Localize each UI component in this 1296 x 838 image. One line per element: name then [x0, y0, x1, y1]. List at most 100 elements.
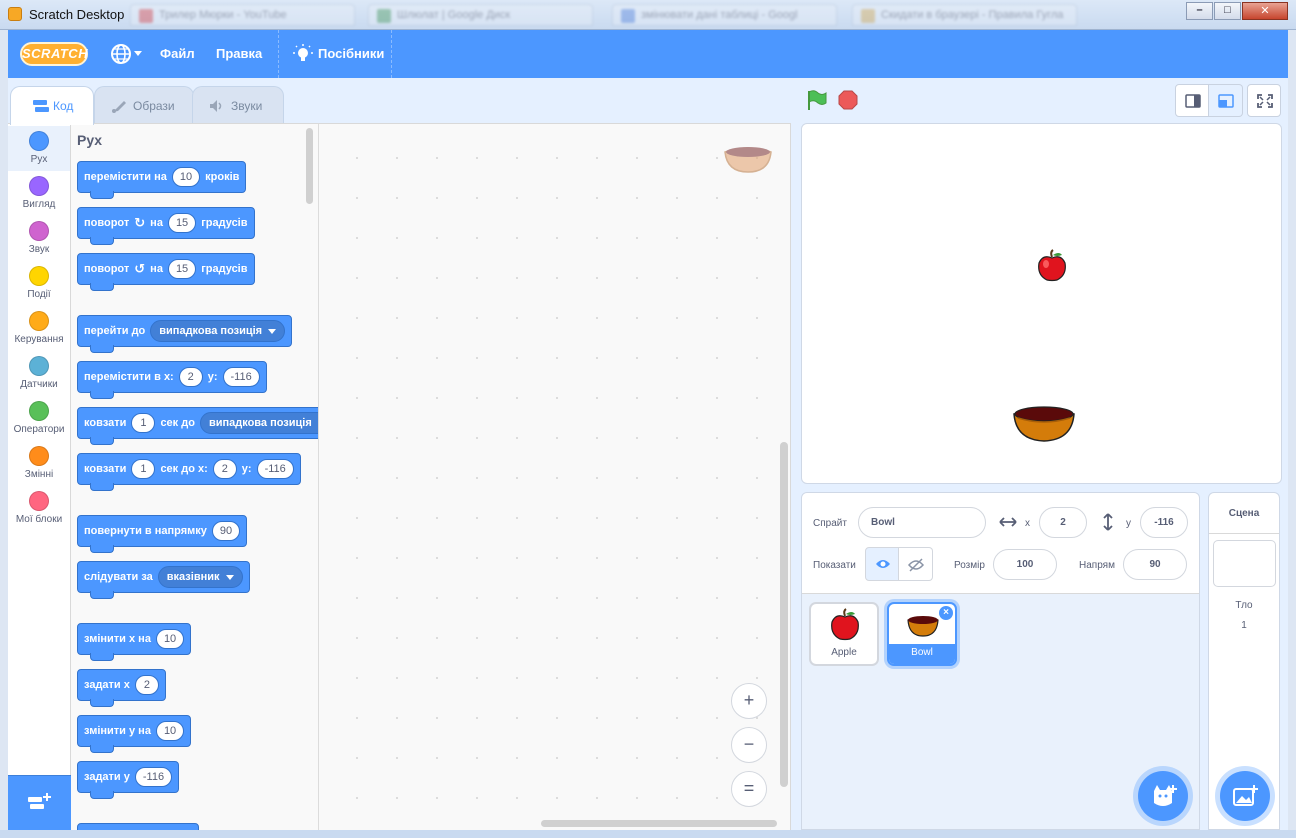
value-input[interactable]: 10	[155, 721, 185, 741]
show-sprite-button[interactable]	[865, 547, 899, 581]
delete-sprite-button[interactable]: ×	[938, 605, 954, 621]
stage-size-controls	[1175, 84, 1281, 117]
target-dropdown[interactable]: випадкова позиція	[150, 320, 286, 342]
block-set-x[interactable]: задати x 2	[77, 669, 166, 707]
close-button[interactable]: ✕	[1242, 2, 1288, 20]
category-color-dot	[29, 401, 49, 421]
eye-icon	[876, 560, 890, 568]
block-point-in-direction[interactable]: повернути в напрямку 90	[77, 515, 248, 553]
small-stage-button[interactable]	[1175, 84, 1209, 117]
block-text: поворот	[84, 217, 130, 229]
minimize-button[interactable]: –	[1186, 2, 1213, 20]
language-chevron-down-icon[interactable]	[134, 51, 142, 56]
target-dropdown[interactable]: випадкова позиція	[199, 412, 318, 434]
bowl-thumbnail	[907, 616, 939, 637]
stage-canvas[interactable]	[801, 123, 1282, 484]
value-input[interactable]: 2	[134, 675, 159, 695]
menu-tutorials[interactable]: Посібники	[318, 30, 384, 78]
category-looks[interactable]: Вигляд	[8, 171, 70, 216]
window-title: Scratch Desktop	[29, 7, 125, 22]
category-events[interactable]: Події	[8, 261, 70, 306]
seconds-input[interactable]: 1	[131, 459, 156, 479]
block-glide-to-xy[interactable]: ковзати 1 сек до x: 2 y: -116	[77, 453, 301, 491]
category-color-dot	[29, 266, 49, 286]
y-input[interactable]: -116	[256, 459, 294, 479]
scratch-logo[interactable]: SCRATCH	[20, 42, 88, 66]
degrees-input[interactable]: 15	[167, 259, 197, 279]
y-position-input[interactable]: -116	[1140, 507, 1188, 538]
seconds-input[interactable]: 1	[131, 413, 156, 433]
background-tab: Cкидати в браузері - Правила Гугла	[852, 4, 1077, 26]
block-change-y[interactable]: змінити y на 10	[77, 715, 192, 753]
steps-input[interactable]: 10	[171, 167, 201, 187]
script-workspace[interactable]: + − =	[319, 123, 791, 830]
zoom-in-button[interactable]: +	[731, 683, 767, 719]
block-go-to[interactable]: перейти до випадкова позиція	[77, 315, 293, 353]
block-change-x[interactable]: змінити x на 10	[77, 623, 192, 661]
green-flag-icon[interactable]	[806, 90, 828, 110]
size-input[interactable]: 100	[993, 549, 1057, 580]
block-text: перемістити в x:	[84, 371, 174, 383]
language-globe-icon[interactable]	[110, 43, 132, 65]
x-position-input[interactable]: 2	[1039, 507, 1087, 538]
category-color-dot	[29, 176, 49, 196]
lightbulb-icon[interactable]	[293, 44, 313, 64]
block-partial[interactable]	[77, 823, 199, 830]
x-input[interactable]: 2	[178, 367, 203, 387]
category-control[interactable]: Керування	[8, 306, 70, 351]
size-label: Розмір	[954, 560, 985, 571]
tab-costumes[interactable]: Образи	[94, 86, 194, 124]
category-sound[interactable]: Звук	[8, 216, 70, 261]
workspace-vertical-scrollbar[interactable]	[780, 442, 788, 787]
stop-sign-icon[interactable]	[838, 90, 858, 110]
block-glide-to[interactable]: ковзати 1 сек до випадкова позиція	[77, 407, 318, 445]
menu-edit[interactable]: Правка	[216, 30, 262, 78]
direction-input[interactable]: 90	[1123, 549, 1187, 580]
block-move-steps[interactable]: перемістити на 10 кроків	[77, 161, 247, 199]
apple-sprite[interactable]	[1035, 249, 1069, 283]
block-go-to-xy[interactable]: перемістити в x: 2 y: -116	[77, 361, 267, 399]
tab-code[interactable]: Код	[10, 86, 94, 125]
block-turn-left[interactable]: поворот ↺ на 15 градусів	[77, 253, 255, 291]
block-turn-right[interactable]: поворот ↻ на 15 градусів	[77, 207, 255, 245]
category-motion[interactable]: Рух	[8, 126, 70, 171]
category-sensing[interactable]: Датчики	[8, 351, 70, 396]
menu-file[interactable]: Файл	[160, 30, 195, 78]
block-point-towards[interactable]: слідувати за вказівник	[77, 561, 250, 599]
add-extension-button[interactable]	[8, 775, 71, 830]
zoom-out-button[interactable]: −	[731, 727, 767, 763]
maximize-button[interactable]: □	[1214, 2, 1241, 20]
bowl-sprite[interactable]	[1012, 404, 1076, 444]
choose-sprite-button[interactable]	[1138, 771, 1188, 821]
current-sprite-bowl-watermark	[724, 147, 772, 173]
target-dropdown[interactable]: вказівник	[157, 566, 243, 588]
category-variables[interactable]: Змінні	[8, 441, 70, 486]
block-text: y:	[241, 463, 252, 475]
choose-backdrop-button[interactable]	[1220, 771, 1270, 821]
value-input[interactable]: -116	[134, 767, 173, 787]
sprite-tile-apple[interactable]: Apple	[809, 602, 879, 666]
category-my-blocks[interactable]: Мої блоки	[8, 486, 70, 531]
tab-sounds[interactable]: Звуки	[192, 86, 284, 124]
dropdown-value: випадкова позиція	[208, 417, 312, 429]
fullscreen-icon	[1257, 94, 1273, 108]
fullscreen-button[interactable]	[1247, 84, 1281, 117]
workspace-horizontal-scrollbar[interactable]	[541, 820, 777, 827]
direction-input[interactable]: 90	[211, 521, 241, 541]
palette-scrollbar[interactable]	[306, 128, 313, 204]
zoom-reset-button[interactable]: =	[731, 771, 767, 807]
sprite-name-input[interactable]: Bowl	[858, 507, 986, 538]
menu-divider	[278, 30, 279, 78]
x-input[interactable]: 2	[212, 459, 237, 479]
backdrops-count: 1	[1241, 620, 1247, 631]
hide-sprite-button[interactable]	[899, 547, 933, 581]
degrees-input[interactable]: 15	[167, 213, 197, 233]
block-text: на	[150, 217, 163, 229]
y-input[interactable]: -116	[222, 367, 260, 387]
block-set-y[interactable]: задати y -116	[77, 761, 180, 799]
backdrop-thumbnail[interactable]	[1213, 540, 1276, 587]
category-operators[interactable]: Оператори	[8, 396, 70, 441]
tab-sounds-label: Звуки	[231, 99, 263, 113]
large-stage-button[interactable]	[1209, 84, 1243, 117]
value-input[interactable]: 10	[155, 629, 185, 649]
